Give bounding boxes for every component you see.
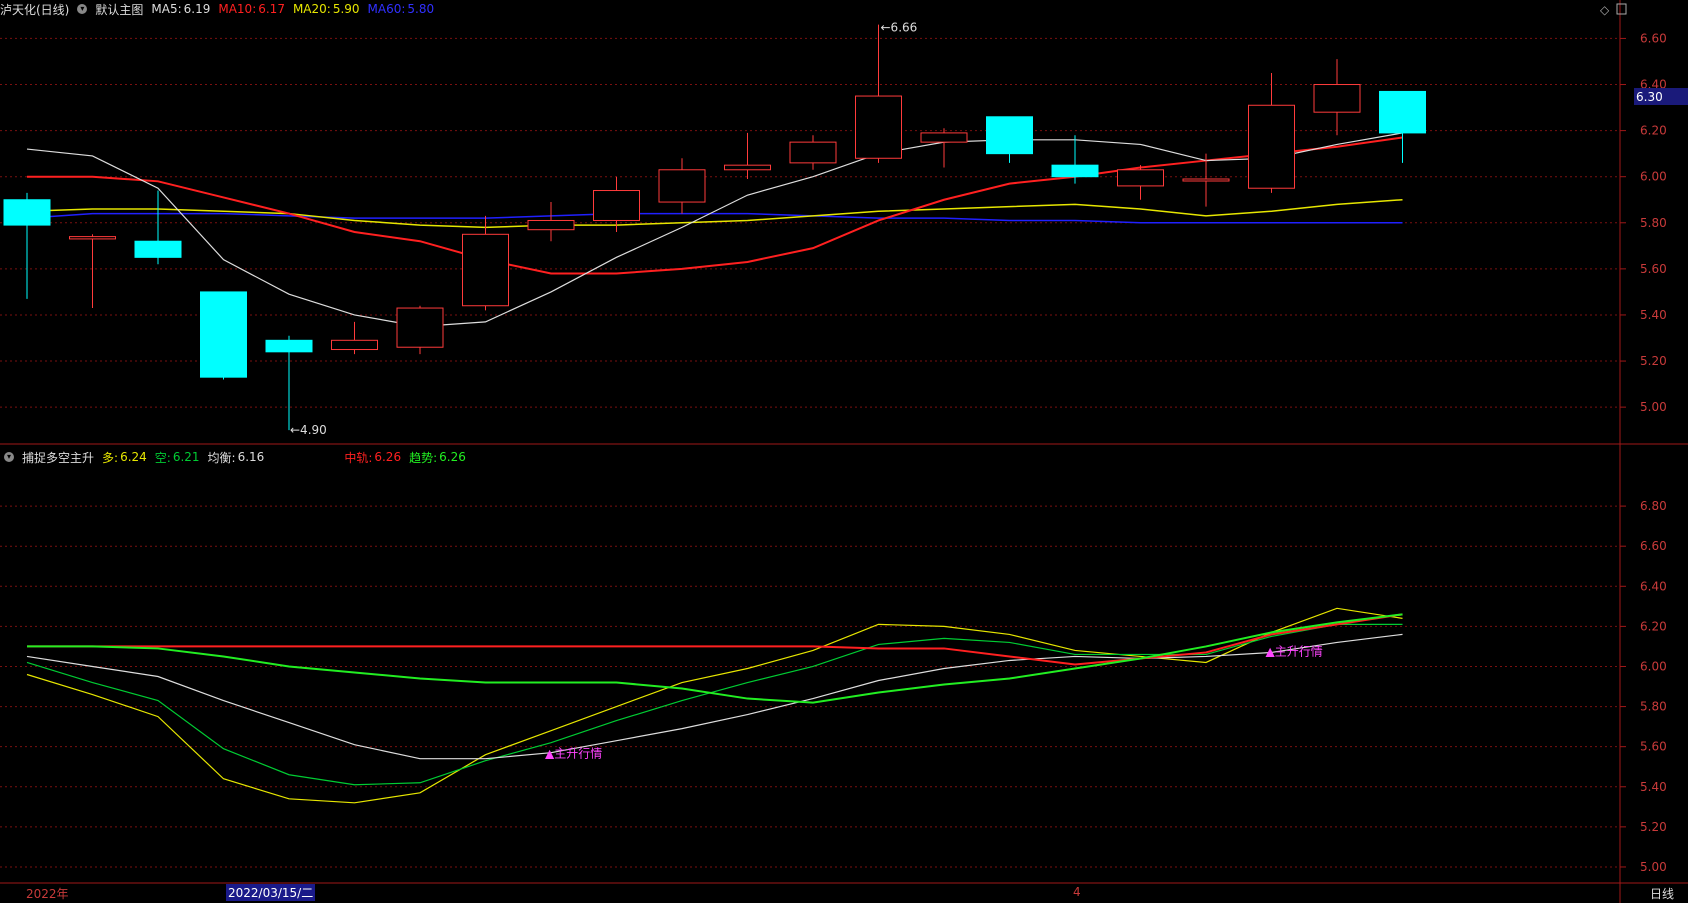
sub-y-tick: 5.80 <box>1640 700 1667 714</box>
candle-body[interactable] <box>69 236 116 240</box>
main-y-tick: 5.40 <box>1640 308 1667 322</box>
sub-y-tick: 6.40 <box>1640 579 1667 593</box>
candle-body[interactable] <box>789 141 837 164</box>
candle-body[interactable] <box>658 169 706 203</box>
candle-body[interactable] <box>265 339 313 353</box>
candlesticks <box>3 24 1426 431</box>
sub-y-tick: 6.00 <box>1640 659 1667 673</box>
main-y-tick: 5.20 <box>1640 354 1667 368</box>
candle-body[interactable] <box>1313 84 1361 113</box>
main-y-tick: 6.60 <box>1640 31 1667 45</box>
cursor-date-label: 2022/03/15/二 <box>226 884 316 901</box>
date-axis: 2022年 2022/03/15/二 4 日线 <box>0 883 1688 903</box>
sub-y-tick: 6.20 <box>1640 619 1667 633</box>
main-y-tick: 5.60 <box>1640 262 1667 276</box>
candle-body[interactable] <box>396 307 444 348</box>
candle-body[interactable] <box>724 164 771 171</box>
candle-body[interactable] <box>200 291 247 378</box>
candle-body[interactable] <box>1182 178 1230 182</box>
candle-body[interactable] <box>1051 164 1099 178</box>
sub-y-tick: 5.00 <box>1640 860 1667 874</box>
candle-body[interactable] <box>855 95 902 159</box>
low-marker: ←4.90 <box>290 423 327 437</box>
candle-body[interactable] <box>3 199 51 226</box>
main-y-tick: 5.80 <box>1640 216 1667 230</box>
candle-body[interactable] <box>1117 169 1164 187</box>
candle-body[interactable] <box>331 339 378 351</box>
markers: ←6.66 ←4.90 ▲主升行情 ▲主升行情 <box>290 21 1323 761</box>
month-label: 4 <box>1073 885 1081 899</box>
candle-body[interactable] <box>593 190 640 221</box>
window-icon[interactable] <box>1616 3 1627 15</box>
indicator-lines <box>26 607 1403 804</box>
candle-body[interactable] <box>920 132 968 143</box>
signal-label: ▲主升行情 <box>1266 644 1323 658</box>
main-y-tick: 6.00 <box>1640 170 1667 184</box>
indicator-line-4 <box>27 613 1403 704</box>
period-label[interactable]: 日线 <box>1650 885 1674 902</box>
price-tag: 6.30 <box>1636 90 1663 104</box>
sub-y-tick: 5.60 <box>1640 740 1667 754</box>
signal-label: ▲主升行情 <box>545 747 602 761</box>
candle-body[interactable] <box>1248 104 1295 189</box>
sub-y-tick: 6.80 <box>1640 499 1667 513</box>
sub-y-tick: 6.60 <box>1640 539 1667 553</box>
high-marker: ←6.66 <box>881 21 918 35</box>
indicator-line-0 <box>26 607 1403 804</box>
candle-body[interactable] <box>1379 90 1426 134</box>
candle-body[interactable] <box>986 116 1033 155</box>
sub-y-tick: 5.40 <box>1640 780 1667 794</box>
main-y-tick: 5.00 <box>1640 400 1667 414</box>
candle-body[interactable] <box>527 219 575 231</box>
year-label: 2022年 <box>26 887 69 901</box>
y-axis-ticks: 6.60 6.40 6.20 6.00 5.80 5.60 5.40 5.20 5.00 6.80… <box>1620 31 1667 874</box>
sub-y-tick: 5.20 <box>1640 820 1667 834</box>
main-y-tick: 6.20 <box>1640 124 1667 138</box>
candle-body[interactable] <box>462 233 509 307</box>
diamond-icon[interactable]: ◇ <box>1600 3 1610 17</box>
chart-canvas[interactable]: 6.60 6.40 6.20 6.00 5.80 5.60 5.40 5.20 5.00 6.80… <box>0 0 1688 903</box>
candle-body[interactable] <box>134 240 182 258</box>
